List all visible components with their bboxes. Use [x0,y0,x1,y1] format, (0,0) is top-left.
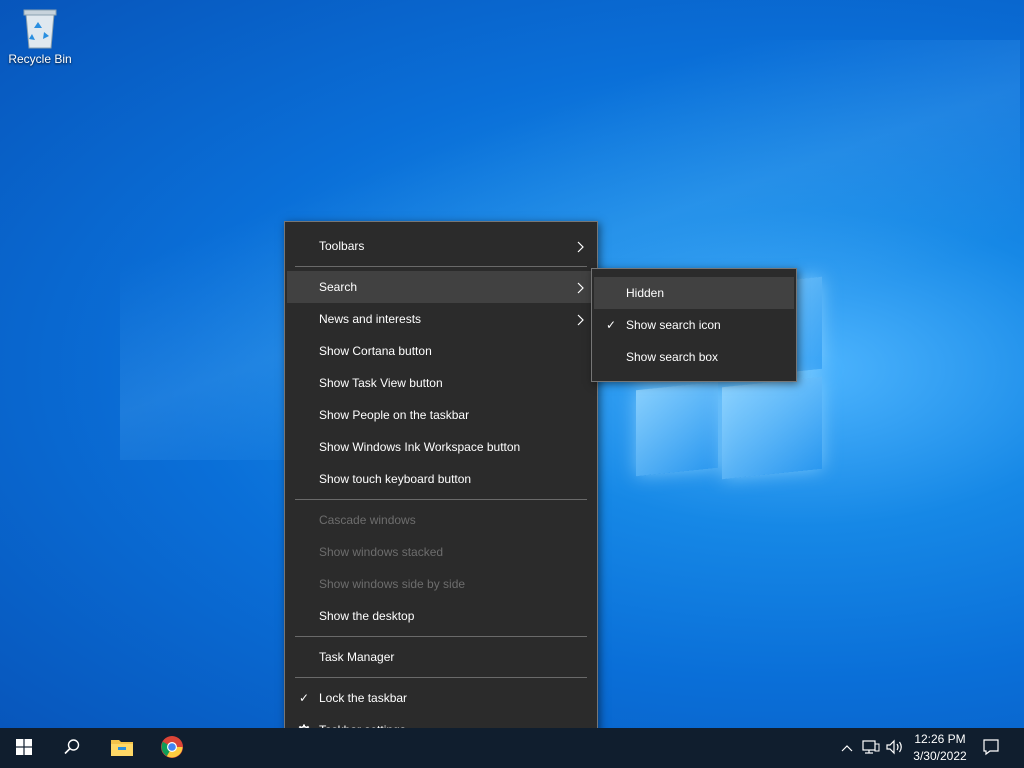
chevron-right-icon [577,303,585,335]
menu-item-show-windows-side-by-side: Show windows side by side [287,568,595,600]
menu-item-show-task-view-button[interactable]: Show Task View button [287,367,595,399]
recycle-bin-icon [20,6,60,50]
clock-time: 12:26 PM [914,732,966,746]
menu-item-label: Show windows stacked [319,545,444,559]
submenu-item-hidden[interactable]: Hidden [594,277,794,309]
chrome-icon [160,735,184,762]
menu-item-label: Show the desktop [319,609,415,623]
desktop-icon-recycle-bin[interactable]: Recycle Bin [4,6,76,66]
menu-item-label: Toolbars [319,239,365,253]
action-center-button[interactable] [976,728,1006,768]
menu-item-label: Show touch keyboard button [319,472,472,486]
menu-item-search[interactable]: Search [287,271,595,303]
menu-item-show-the-desktop[interactable]: Show the desktop [287,600,595,632]
menu-item-show-people[interactable]: Show People on the taskbar [287,399,595,431]
network-button[interactable] [860,728,882,768]
volume-button[interactable] [884,728,906,768]
menu-separator [295,636,587,637]
checkmark-icon: ✓ [605,318,617,332]
chevron-right-icon [577,230,585,262]
menu-item-lock-the-taskbar[interactable]: ✓ Lock the taskbar [287,682,595,714]
menu-separator [295,499,587,500]
chrome-button[interactable] [148,728,196,768]
menu-separator [295,677,587,678]
start-button[interactable] [0,728,48,768]
start-icon [16,738,32,758]
search-icon [63,738,81,759]
menu-item-label: Show windows side by side [319,577,466,591]
menu-item-task-manager[interactable]: Task Manager [287,641,595,673]
menu-item-label: Show Windows Ink Workspace button [319,440,521,454]
menu-item-label: Show search box [626,350,719,364]
menu-separator [295,266,587,267]
menu-item-show-windows-ink[interactable]: Show Windows Ink Workspace button [287,431,595,463]
menu-item-label: Search [319,280,358,294]
taskbar: 12:26 PM 3/30/2022 [0,728,1024,768]
submenu-item-show-search-icon[interactable]: ✓ Show search icon [594,309,794,341]
menu-item-label: Show Cortana button [319,344,432,358]
menu-item-label: Cascade windows [319,513,416,527]
menu-item-label: Show People on the taskbar [319,408,470,422]
menu-item-cascade-windows: Cascade windows [287,504,595,536]
taskbar-clock[interactable]: 12:26 PM 3/30/2022 [904,731,976,765]
network-icon [862,739,880,758]
menu-item-label: News and interests [319,312,422,326]
clock-date: 3/30/2022 [913,749,967,763]
menu-item-news-and-interests[interactable]: News and interests [287,303,595,335]
menu-item-show-touch-keyboard[interactable]: Show touch keyboard button [287,463,595,495]
submenu-item-show-search-box[interactable]: Show search box [594,341,794,373]
menu-item-show-windows-stacked: Show windows stacked [287,536,595,568]
menu-item-label: Task Manager [319,650,395,664]
menu-item-show-cortana-button[interactable]: Show Cortana button [287,335,595,367]
menu-item-label: Hidden [626,286,665,300]
menu-item-label: Lock the taskbar [319,691,408,705]
chevron-right-icon [577,271,585,303]
menu-item-label: Show search icon [626,318,721,332]
file-explorer-button[interactable] [98,728,146,768]
checkmark-icon: ✓ [298,691,310,705]
volume-icon [886,739,904,758]
search-button[interactable] [48,728,96,768]
menu-item-label: Show Task View button [319,376,443,390]
show-hidden-icons-button[interactable] [838,728,856,768]
desktop-icon-label: Recycle Bin [8,52,72,66]
menu-item-toolbars[interactable]: Toolbars [287,230,595,262]
search-submenu: Hidden ✓ Show search icon Show search bo… [591,268,797,382]
action-center-icon [982,738,1000,759]
file-explorer-icon [110,737,134,760]
chevron-up-icon [841,741,853,755]
taskbar-context-menu: Toolbars Search News and interests Show … [284,221,598,756]
